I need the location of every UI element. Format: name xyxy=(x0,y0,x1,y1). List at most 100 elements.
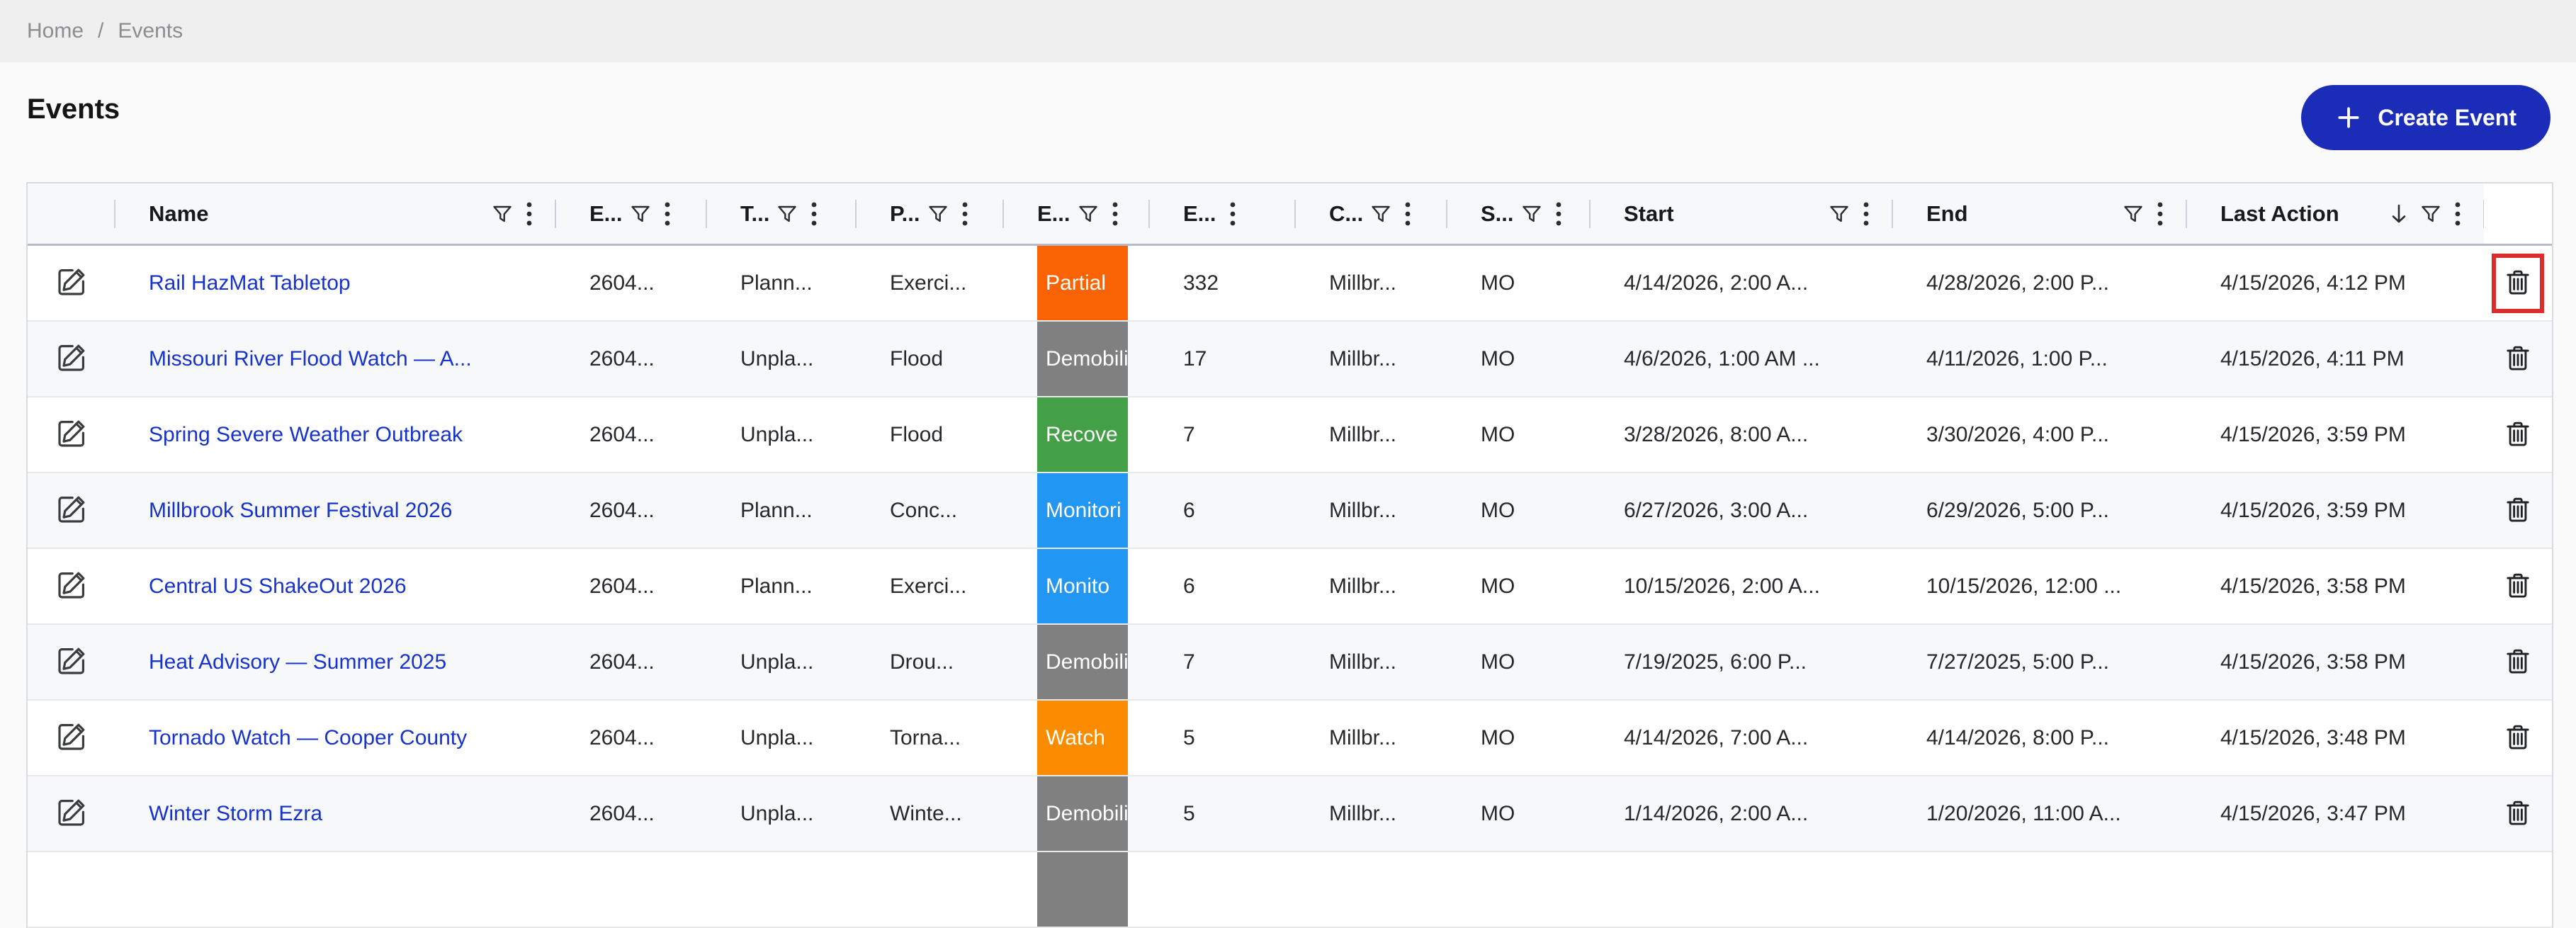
table-row: Rail HazMat Tabletop2604...Plann...Exerc… xyxy=(28,246,2552,322)
column-label: E... xyxy=(1037,201,1070,227)
primary-value: Exerci... xyxy=(890,271,966,295)
event_id-value: 2604... xyxy=(589,726,655,750)
last_action-value: 4/15/2026, 3:58 PM xyxy=(2220,575,2406,599)
column-header-event_id[interactable]: E... xyxy=(555,183,706,244)
events-table: NameE...T...P...E...E...C...S...StartEnd… xyxy=(26,182,2553,928)
city-value: Millbr... xyxy=(1329,423,1396,447)
column-header-state[interactable]: S... xyxy=(1447,183,1590,244)
filter-icon[interactable] xyxy=(1829,203,1850,225)
status-badge: Demobili xyxy=(1037,322,1128,396)
table-row: Tornado Watch — Cooper County2604...Unpl… xyxy=(28,701,2552,776)
filter-icon[interactable] xyxy=(630,203,651,225)
edit-row-button[interactable] xyxy=(55,265,89,301)
trash-icon xyxy=(2502,417,2534,452)
event-name-link[interactable]: Heat Advisory — Summer 2025 xyxy=(149,650,446,674)
filter-icon[interactable] xyxy=(776,203,798,225)
delete-row-button[interactable] xyxy=(2502,720,2534,755)
event-name-link[interactable]: Winter Storm Ezra xyxy=(149,802,322,826)
trash-icon xyxy=(2502,266,2534,300)
edit-row-button[interactable] xyxy=(55,417,89,453)
edit-row-button[interactable] xyxy=(55,492,89,528)
column-header-type[interactable]: T... xyxy=(706,183,856,244)
column-label: Last Action xyxy=(2220,201,2339,227)
column-menu-icon[interactable] xyxy=(1110,200,1120,228)
primary-value: Drou... xyxy=(890,650,954,674)
filter-icon[interactable] xyxy=(1521,203,1542,225)
end-value: 6/29/2026, 5:00 P... xyxy=(1926,499,2109,523)
event-name-link[interactable]: Central US ShakeOut 2026 xyxy=(149,575,407,599)
city-value: Millbr... xyxy=(1329,499,1396,523)
column-menu-icon[interactable] xyxy=(662,200,672,228)
event-name-link[interactable]: Rail HazMat Tabletop xyxy=(149,271,351,295)
column-menu-icon[interactable] xyxy=(2453,200,2463,228)
column-menu-icon[interactable] xyxy=(1403,200,1413,228)
filter-icon[interactable] xyxy=(492,203,513,225)
edit-row-button[interactable] xyxy=(55,341,89,377)
column-header-start[interactable]: Start xyxy=(1590,183,1892,244)
trash-icon xyxy=(2502,796,2534,831)
filter-icon[interactable] xyxy=(1370,203,1391,225)
edit-row-button[interactable] xyxy=(55,796,89,832)
column-menu-icon[interactable] xyxy=(1228,200,1238,228)
delete-row-button[interactable] xyxy=(2502,341,2534,376)
filter-icon[interactable] xyxy=(927,203,949,225)
state-value: MO xyxy=(1481,726,1515,750)
count-value: 5 xyxy=(1183,726,1195,750)
filter-icon[interactable] xyxy=(2123,203,2144,225)
column-header-end[interactable]: End xyxy=(1892,183,2186,244)
end-value: 4/14/2026, 8:00 P... xyxy=(1926,726,2109,750)
column-label: Start xyxy=(1624,201,1674,227)
end-value: 4/11/2026, 1:00 P... xyxy=(1926,347,2108,371)
last_action-value: 4/15/2026, 4:12 PM xyxy=(2220,271,2406,295)
column-header-primary[interactable]: P... xyxy=(856,183,1003,244)
type-value: Unpla... xyxy=(740,347,813,371)
delete-row-button[interactable] xyxy=(2502,493,2534,528)
column-label: E... xyxy=(1183,201,1216,227)
edit-row-button[interactable] xyxy=(55,720,89,756)
city-value: Millbr... xyxy=(1329,271,1396,295)
edit-row-button[interactable] xyxy=(55,644,89,680)
column-header-city[interactable]: C... xyxy=(1295,183,1447,244)
column-menu-icon[interactable] xyxy=(524,200,534,228)
delete-row-button[interactable] xyxy=(2502,645,2534,679)
filter-icon[interactable] xyxy=(1078,203,1099,225)
event-name-link[interactable]: Missouri River Flood Watch — A... xyxy=(149,347,472,371)
state-value: MO xyxy=(1481,347,1515,371)
event-name-link[interactable]: Millbrook Summer Festival 2026 xyxy=(149,499,452,523)
column-header-name[interactable]: Name xyxy=(115,183,555,244)
column-menu-icon[interactable] xyxy=(809,200,819,228)
status-badge: Monito xyxy=(1037,549,1128,623)
delete-row-button[interactable] xyxy=(2502,417,2534,452)
create-event-button[interactable]: Create Event xyxy=(2301,85,2550,150)
filter-icon[interactable] xyxy=(2420,203,2441,225)
end-value: 7/27/2025, 5:00 P... xyxy=(1926,650,2109,674)
count-value: 6 xyxy=(1183,575,1195,599)
event_id-value: 2604... xyxy=(589,575,655,599)
column-menu-icon[interactable] xyxy=(960,200,970,228)
event-name-link[interactable]: Spring Severe Weather Outbreak xyxy=(149,423,463,447)
end-value: 4/28/2026, 2:00 P... xyxy=(1926,271,2109,295)
column-header-status[interactable]: E... xyxy=(1003,183,1149,244)
edit-row-button[interactable] xyxy=(55,568,89,604)
primary-value: Torna... xyxy=(890,726,961,750)
breadcrumb-home[interactable]: Home xyxy=(27,19,84,43)
event_id-value: 2604... xyxy=(589,423,655,447)
delete-row-button[interactable] xyxy=(2502,796,2534,831)
delete-row-button[interactable] xyxy=(2502,569,2534,604)
count-value: 6 xyxy=(1183,499,1195,523)
status-badge: Recove xyxy=(1037,397,1128,472)
edit-icon xyxy=(55,341,89,377)
column-header-count[interactable]: E... xyxy=(1149,183,1295,244)
column-header-actions xyxy=(2484,183,2552,244)
event-name-link[interactable]: Tornado Watch — Cooper County xyxy=(149,726,467,750)
column-menu-icon[interactable] xyxy=(1861,200,1871,228)
column-menu-icon[interactable] xyxy=(1554,200,1564,228)
sort-desc-icon[interactable] xyxy=(2389,203,2409,225)
column-menu-icon[interactable] xyxy=(2155,200,2165,228)
column-label: S... xyxy=(1481,201,1514,227)
delete-row-button[interactable] xyxy=(2502,266,2534,300)
count-value: 5 xyxy=(1183,802,1195,826)
table-header-row: NameE...T...P...E...E...C...S...StartEnd… xyxy=(28,183,2552,246)
column-header-last_action[interactable]: Last Action xyxy=(2186,183,2484,244)
status-badge: Demobili xyxy=(1037,625,1128,699)
